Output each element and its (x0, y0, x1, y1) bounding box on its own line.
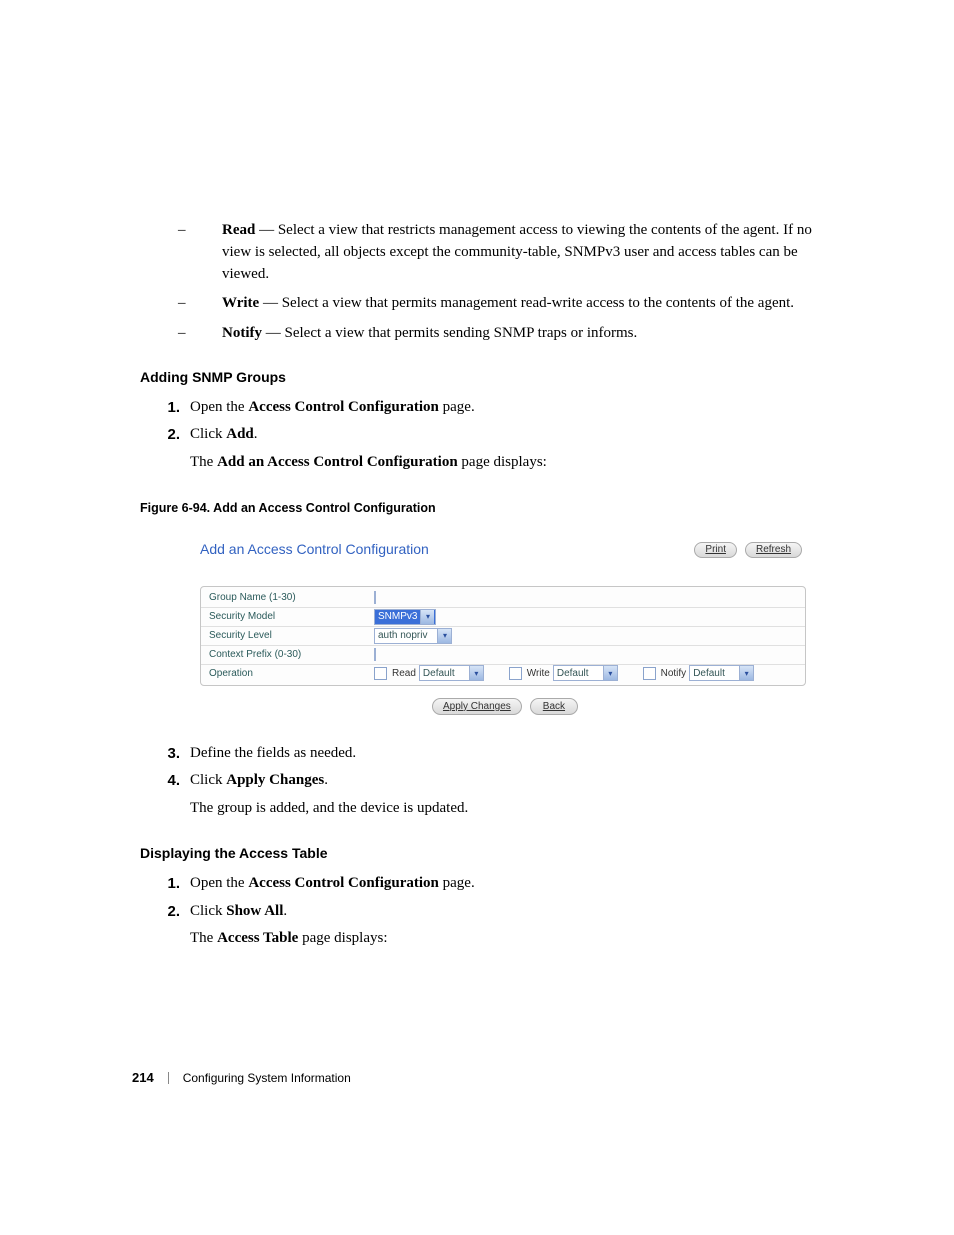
refresh-button[interactable]: Refresh (745, 542, 802, 558)
label-security-model: Security Model (201, 611, 374, 622)
apply-changes-button[interactable]: Apply Changes (432, 698, 522, 715)
checkbox-read[interactable] (374, 667, 387, 680)
bullet-notify-term: Notify (222, 325, 262, 341)
panel-title: Add an Access Control Configuration (200, 541, 429, 557)
step-1-open-page: 1. Open the Access Control Configuration… (140, 395, 824, 421)
input-context-prefix[interactable] (374, 648, 376, 661)
step-3-define-fields: 3. Define the fields as needed. (140, 741, 824, 767)
checkbox-write[interactable] (509, 667, 522, 680)
screenshot-panel: Add an Access Control Configuration Prin… (200, 533, 806, 715)
select-security-level[interactable]: auth nopriv ▾ (374, 628, 452, 644)
display-step-2: 2. Click Show All. (140, 899, 824, 925)
select-security-model[interactable]: SNMPv3 ▾ (374, 609, 436, 625)
print-button[interactable]: Print (694, 542, 737, 558)
bullet-write-term: Write (222, 295, 259, 311)
checkbox-notify[interactable] (643, 667, 656, 680)
heading-displaying-access-table: Displaying the Access Table (140, 845, 824, 861)
label-context-prefix: Context Prefix (0-30) (201, 649, 374, 660)
bullet-read-term: Read (222, 222, 255, 238)
select-read-view[interactable]: Default ▾ (419, 665, 484, 681)
bullet-write: – Write — Select a view that permits man… (140, 293, 824, 315)
label-security-level: Security Level (201, 630, 374, 641)
select-notify-view[interactable]: Default ▾ (689, 665, 754, 681)
display-step-1: 1. Open the Access Control Configuration… (140, 871, 824, 897)
footer-section: Configuring System Information (183, 1071, 351, 1085)
chevron-down-icon: ▾ (469, 666, 483, 680)
bullet-read-desc: — Select a view that restricts managemen… (222, 222, 812, 282)
chevron-down-icon: ▾ (420, 610, 434, 624)
chevron-down-icon: ▾ (437, 629, 451, 643)
bullet-notify: – Notify — Select a view that permits se… (140, 323, 824, 345)
back-button[interactable]: Back (530, 698, 578, 715)
input-group-name[interactable] (374, 591, 376, 604)
step-4-result: The group is added, and the device is up… (140, 796, 824, 822)
chevron-down-icon: ▾ (603, 666, 617, 680)
chevron-down-icon: ▾ (739, 666, 753, 680)
footer-divider (168, 1072, 169, 1084)
label-group-name: Group Name (1-30) (201, 592, 374, 603)
heading-adding-snmp-groups: Adding SNMP Groups (140, 369, 824, 385)
select-write-view[interactable]: Default ▾ (553, 665, 618, 681)
form-area: Group Name (1-30) Security Model SNMPv3 … (200, 586, 806, 686)
step-4-apply-changes: 4. Click Apply Changes. (140, 768, 824, 794)
bullet-notify-desc: — Select a view that permits sending SNM… (262, 325, 637, 341)
page-number: 214 (132, 1070, 154, 1085)
bullet-read: – Read — Select a view that restricts ma… (140, 220, 824, 285)
display-step-2-result: The Access Table page displays: (140, 926, 824, 952)
figure-caption: Figure 6-94. Add an Access Control Confi… (140, 501, 824, 515)
page-footer: 214 Configuring System Information (132, 1070, 351, 1085)
bullet-write-desc: — Select a view that permits management … (259, 295, 794, 311)
label-operation: Operation (201, 668, 374, 679)
step-2-click-add: 2. Click Add. (140, 422, 824, 448)
step-2-result: The Add an Access Control Configuration … (140, 450, 824, 476)
